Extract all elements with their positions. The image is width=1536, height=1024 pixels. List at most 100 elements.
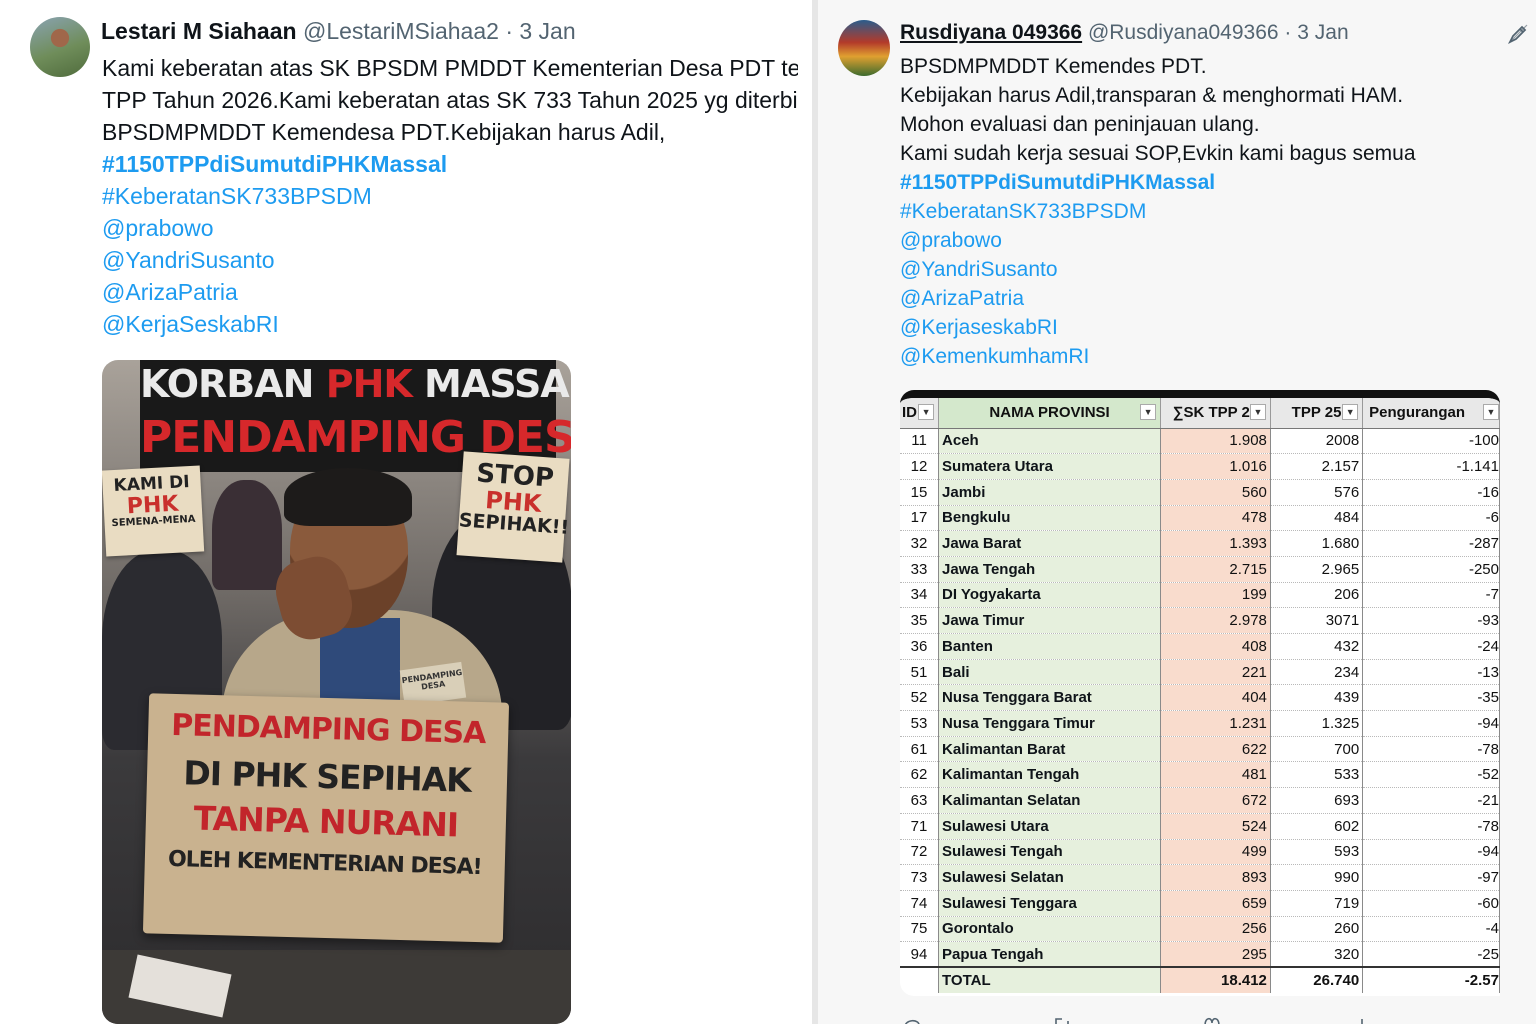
table-cell: Nusa Tenggara Timur: [938, 710, 1162, 737]
tweet-date[interactable]: 3 Jan: [1297, 21, 1348, 44]
table-cell: 2008: [1270, 428, 1364, 455]
table-cell: -250: [1362, 556, 1500, 583]
table-cell: -78: [1362, 736, 1500, 763]
table-cell: 15: [900, 479, 940, 506]
table-cell: -78: [1362, 813, 1500, 840]
table-row: 17 Bengkulu 478 484 -6: [900, 505, 1500, 532]
table-row: 32 Jawa Barat 1.393 1.680 -287: [900, 530, 1500, 557]
table-cell: 499: [1160, 839, 1271, 866]
table-cell: Sulawesi Utara: [938, 813, 1162, 840]
hashtag-link[interactable]: #1150TPPdiSumutdiPHKMassal: [900, 168, 1520, 197]
table-row: 74 Sulawesi Tenggara 659 719 -60: [900, 890, 1500, 917]
mention-link[interactable]: @ArizaPatria: [900, 284, 1520, 313]
column-header: NAMA PROVINSI ▼: [938, 398, 1162, 429]
table-cell: DI Yogyakarta: [938, 582, 1162, 609]
text-line: Kebijakan harus Adil,transparan & mengho…: [900, 84, 1404, 107]
tweet-date[interactable]: 3 Jan: [519, 18, 575, 44]
table-cell: 94: [900, 941, 940, 968]
table-cell: Jawa Tengah: [938, 556, 1162, 583]
table-cell: 206: [1270, 582, 1364, 609]
mention-link[interactable]: @prabowo: [900, 226, 1520, 255]
avatar[interactable]: [30, 17, 90, 77]
reply-icon[interactable]: [902, 1015, 922, 1024]
table-cell: 61: [900, 736, 940, 763]
table-row: 75 Gorontalo 256 260 -4: [900, 916, 1500, 943]
table-cell: 693: [1270, 787, 1364, 814]
table-row: 63 Kalimantan Selatan 672 693 -21: [900, 787, 1500, 814]
table-cell: 719: [1270, 890, 1364, 917]
table-cell: 602: [1270, 813, 1364, 840]
author-name[interactable]: Rusdiyana 049366: [900, 21, 1082, 44]
table-cell: Sulawesi Tengah: [938, 839, 1162, 866]
banner-text: KORBAN PHK MASSAL: [140, 362, 571, 406]
cardboard-sign: PENDAMPING DESA DI PHK SEPIHAK TANPA NUR…: [142, 693, 510, 943]
retweet-icon[interactable]: [1052, 1015, 1072, 1024]
hashtag-link[interactable]: #1150TPPdiSumutdiPHKMassal: [102, 148, 798, 180]
table-cell: 260: [1270, 916, 1364, 943]
table-cell: -60: [1362, 890, 1500, 917]
spreadsheet-image[interactable]: ID ▼ NAMA PROVINSI ▼ ∑SK TPP 26 ▼ TPP 25 ▼ P…: [900, 390, 1500, 996]
edit-icon[interactable]: [1506, 22, 1530, 46]
table-row: 62 Kalimantan Tengah 481 533 -52: [900, 761, 1500, 789]
table-cell: 3071: [1270, 607, 1364, 634]
table-cell: 533: [1270, 761, 1364, 789]
table-cell: 1.016: [1160, 453, 1271, 480]
table-cell: 18.412: [1160, 966, 1271, 994]
crowd-figure: [212, 480, 282, 590]
hashtag-link[interactable]: #KeberatanSK733BPSDM: [900, 197, 1520, 226]
author-name[interactable]: Lestari M Siahaan: [101, 18, 297, 44]
table-cell: Banten: [938, 633, 1162, 660]
filter-dropdown-icon: ▼: [1249, 404, 1266, 420]
mention-link[interactable]: @KemenkumhamRI: [900, 342, 1520, 371]
table-cell: TOTAL: [938, 966, 1162, 994]
table-cell: 1.231: [1160, 710, 1271, 737]
table-cell: 478: [1160, 505, 1271, 532]
column-header: ∑SK TPP 26 ▼: [1160, 398, 1271, 429]
table-cell: Sulawesi Selatan: [938, 864, 1162, 891]
mention-link[interactable]: @KerjaSeskabRI: [102, 308, 798, 340]
table-cell: 672: [1160, 787, 1271, 814]
table-cell: 1.908: [1160, 428, 1271, 455]
table-row: 71 Sulawesi Utara 524 602 -78: [900, 813, 1500, 840]
tweet-photo[interactable]: KORBAN PHK MASSAL PENDAMPING DESA KAMI D…: [102, 360, 571, 1024]
author-handle[interactable]: @Rusdiyana049366: [1088, 21, 1279, 44]
table-cell: 221: [1160, 659, 1271, 686]
table-cell: -21: [1362, 787, 1500, 814]
table-cell: Kalimantan Selatan: [938, 787, 1162, 814]
table-cell: 62: [900, 761, 940, 789]
table-cell: 2.978: [1160, 607, 1271, 634]
table-cell: -6: [1362, 505, 1500, 532]
table-row: 94 Papua Tengah 295 320 -25: [900, 941, 1500, 968]
table-cell: 408: [1160, 633, 1271, 660]
table-row: 15 Jambi 560 576 -16: [900, 479, 1500, 506]
mention-link[interactable]: @YandriSusanto: [102, 244, 798, 276]
table-cell: 560: [1160, 479, 1271, 506]
mention-link[interactable]: @ArizaPatria: [102, 276, 798, 308]
hashtag-link[interactable]: #KeberatanSK733BPSDM: [102, 180, 798, 212]
mention-link[interactable]: @YandriSusanto: [900, 255, 1520, 284]
column-header: TPP 25 ▼: [1270, 398, 1364, 429]
protest-sign: KAMI DI PHK SEMENA-MENA: [102, 465, 205, 557]
mention-link[interactable]: @KerjaseskabRI: [900, 313, 1520, 342]
table-cell: 51: [900, 659, 940, 686]
table-cell: Jawa Timur: [938, 607, 1162, 634]
table-cell: 439: [1270, 684, 1364, 712]
text-line: BPSDMPMDDT Kemendes PDT.: [900, 55, 1207, 78]
author-handle[interactable]: @LestariMSiahaa2: [303, 18, 499, 44]
table-cell: -1.141: [1362, 453, 1500, 480]
table-cell: Sulawesi Tenggara: [938, 890, 1162, 917]
table-cell: 700: [1270, 736, 1364, 763]
table-cell: 36: [900, 633, 940, 660]
table-cell: 73: [900, 864, 940, 891]
table-cell: Bengkulu: [938, 505, 1162, 532]
like-icon[interactable]: [1202, 1015, 1222, 1024]
mention-link[interactable]: @prabowo: [102, 212, 798, 244]
table-cell: 990: [1270, 864, 1364, 891]
avatar[interactable]: [838, 20, 890, 76]
table-cell: 2.715: [1160, 556, 1271, 583]
table-cell: -24: [1362, 633, 1500, 660]
table-cell: 71: [900, 813, 940, 840]
views-icon[interactable]: [1352, 1015, 1372, 1024]
table-cell: 481: [1160, 761, 1271, 789]
separator: ·: [1284, 21, 1292, 44]
